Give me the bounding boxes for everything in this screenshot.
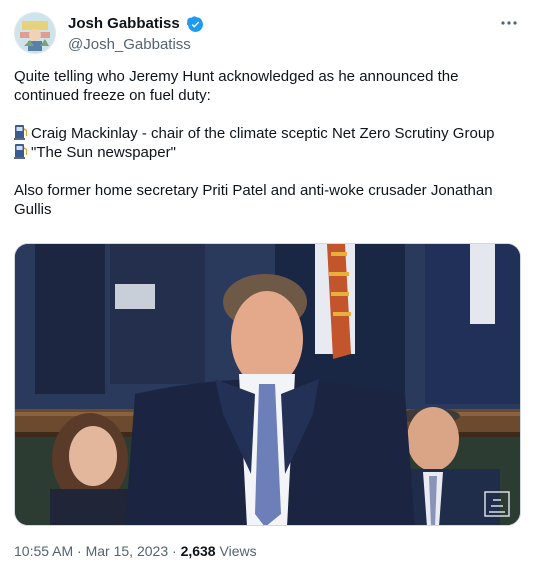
tweet-bullet-2-text: "The Sun newspaper" (31, 144, 176, 161)
tweet-bullet-1: Craig Mackinlay - chair of the climate s… (14, 124, 519, 143)
author-display-name[interactable]: Josh Gabbatiss (68, 14, 180, 34)
tweet-card: Josh Gabbatiss @Josh_Gabbatiss Quite tel… (0, 0, 533, 570)
tweet-header: Josh Gabbatiss @Josh_Gabbatiss (14, 12, 519, 56)
tweet-bullet-1-text: Craig Mackinlay - chair of the climate s… (31, 125, 495, 142)
views-count: 2,638 (180, 543, 216, 559)
fuel-pump-icon (14, 125, 27, 140)
tweet-bullet-2: "The Sun newspaper" (14, 143, 519, 162)
tweet-time[interactable]: 10:55 AM (14, 543, 73, 559)
meta-separator: · (73, 543, 86, 559)
meta-separator: · (168, 543, 181, 559)
avatar-illustration (14, 12, 56, 54)
author-block: Josh Gabbatiss @Josh_Gabbatiss (68, 14, 204, 55)
author-handle[interactable]: @Josh_Gabbatiss (68, 35, 204, 55)
tweet-media-image[interactable] (14, 243, 521, 526)
fuel-pump-icon (14, 144, 27, 159)
avatar[interactable] (14, 12, 56, 54)
more-options-icon[interactable] (499, 14, 519, 32)
tweet-text: Quite telling who Jeremy Hunt acknowledg… (14, 67, 519, 219)
tweet-paragraph-2: Also former home secretary Priti Patel a… (14, 182, 493, 218)
tweet-meta: 10:55 AM · Mar 15, 2023 · 2,638 Views (14, 542, 257, 560)
verified-badge-icon (187, 15, 204, 32)
tweet-date[interactable]: Mar 15, 2023 (86, 543, 169, 559)
views-label: Views (215, 543, 257, 559)
tweet-paragraph-1: Quite telling who Jeremy Hunt acknowledg… (14, 68, 459, 104)
house-of-commons-photo (15, 244, 520, 525)
